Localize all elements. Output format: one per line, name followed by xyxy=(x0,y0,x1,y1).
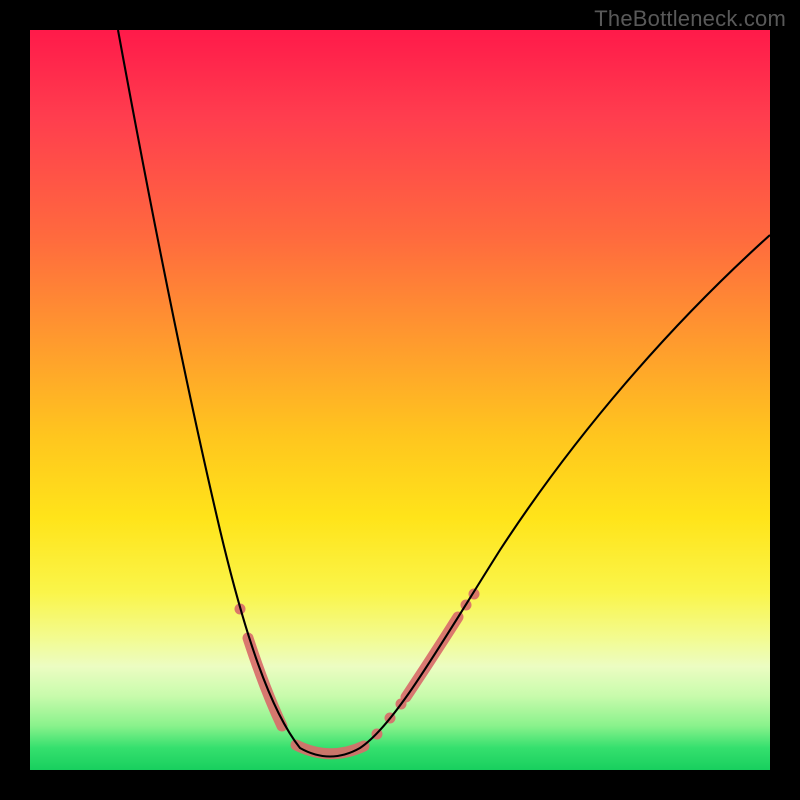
highlight-trough xyxy=(296,745,364,754)
plot-area xyxy=(30,30,770,770)
chart-frame: TheBottleneck.com xyxy=(0,0,800,800)
watermark: TheBottleneck.com xyxy=(594,6,786,32)
curve-layer xyxy=(30,30,770,770)
